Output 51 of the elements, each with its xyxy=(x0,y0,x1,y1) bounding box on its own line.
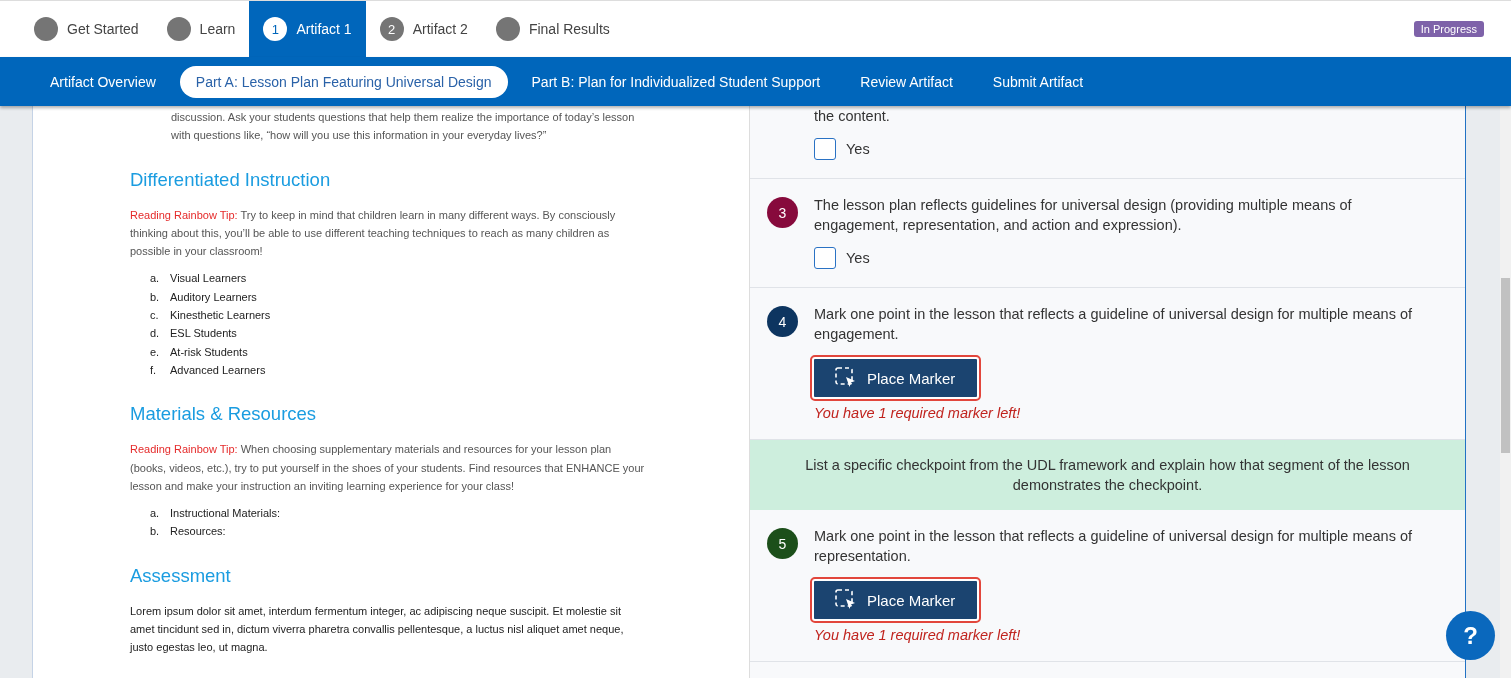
status-badge: In Progress xyxy=(1413,21,1484,37)
list-item: Visual Learners xyxy=(170,271,247,287)
list-marker: a. xyxy=(150,506,161,522)
list-marker: c. xyxy=(150,308,160,324)
list-item: Resources: xyxy=(170,524,226,540)
step-tab[interactable]: Learn xyxy=(152,1,250,57)
step-tab[interactable]: Get Started xyxy=(20,1,153,57)
question-text: Mark one point in the lesson that reflects a guideline of universal design for multiple means of representation. xyxy=(814,527,1414,566)
list-item: Advanced Learners xyxy=(170,362,266,378)
scrollbar[interactable] xyxy=(1500,106,1511,678)
instruction-note: List a specific checkpoint from the UDL framework and explain how that segment of the lesson demonstrates the checkpoint. xyxy=(750,440,1465,510)
list-marker: b. xyxy=(150,524,161,540)
subnav-tab[interactable]: Part A: Lesson Plan Featuring Universal Design xyxy=(179,65,508,98)
place-marker-button[interactable]: Place Marker xyxy=(812,579,980,621)
question-number: 5 xyxy=(767,528,798,559)
paragraph: discussion. Ask your students questions that help them realize the importance of today’s lesson with questions like, “how will you use this information in your everyday lives?” xyxy=(171,110,636,144)
list-marker: a. xyxy=(150,271,161,287)
warning-message: You have 1 required marker left! xyxy=(814,627,1022,643)
question-number: 4 xyxy=(767,306,798,337)
question-text: The lesson plan reflects guidelines for universal design (providing multiple means of engagement, representation, and action and expression). xyxy=(814,196,1353,235)
section-heading: Materials & Resources xyxy=(130,403,318,426)
list-marker: f. xyxy=(150,362,158,378)
section-heading: Differentiated Instruction xyxy=(130,168,332,191)
list-item: Instructional Materials: xyxy=(170,506,281,522)
list-item: ESL Students xyxy=(170,326,237,342)
subnav-tab[interactable]: Submit Artifact xyxy=(976,65,1100,98)
list-marker: d. xyxy=(150,326,161,342)
tip-paragraph: Reading Rainbow Tip: When choosing supplementary materials and resources for your lesson plan (books, videos, etc.), try to put yourself in the shoes of your students. Find resources that ENHANCE your lesson and make your instruction an inviting learning experience for your class! xyxy=(130,442,646,494)
step-tab[interactable]: Final Results xyxy=(481,1,624,57)
question-text: Mark one point in the lesson that reflects a guideline of universal design for multiple means of engagement. xyxy=(814,305,1414,344)
question-number: 3 xyxy=(767,197,798,228)
checkbox[interactable] xyxy=(814,247,836,269)
question-text: the content. xyxy=(814,107,890,126)
subnav-tab[interactable]: Artifact Overview xyxy=(34,65,172,98)
paragraph: Lorem ipsum dolor sit amet, interdum fermentum integer, ac adipiscing neque suscipit. Et molestie sit amet tincidunt sed in, dictum viverra pharetra convallis pellentesque, a luctus nisl aliquet amet neque, justo egestas leo, ut magna. xyxy=(130,603,625,656)
step-tab[interactable]: 1 Artifact 1 xyxy=(249,1,366,57)
section-heading: Assessment xyxy=(130,564,232,587)
checkbox-label: Yes xyxy=(846,141,870,157)
list-marker: e. xyxy=(150,344,161,360)
list-item: Kinesthetic Learners xyxy=(170,308,271,324)
step-tab[interactable]: 2 Artifact 2 xyxy=(365,1,482,57)
list-item: Auditory Learners xyxy=(170,289,257,305)
checkbox-label: Yes xyxy=(846,250,870,266)
warning-message: You have 1 required marker left! xyxy=(814,405,1022,421)
list-item: At-risk Students xyxy=(170,344,248,360)
subnav-tab[interactable]: Review Artifact xyxy=(844,65,969,98)
list-marker: b. xyxy=(150,289,161,305)
checkbox[interactable] xyxy=(814,138,836,160)
subnav-tab[interactable]: Part B: Plan for Individualized Student Support xyxy=(515,65,837,98)
tip-paragraph: Reading Rainbow Tip: Try to keep in mind that children learn in many different ways. By consciously thinking about this, you’ll be able to use different teaching techniques to reach as many children as possible in your classroom! xyxy=(130,207,617,260)
place-marker-button[interactable]: Place Marker xyxy=(812,357,980,399)
